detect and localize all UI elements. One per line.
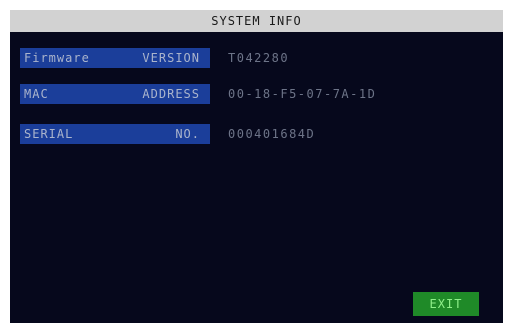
firmware-version-row: Firmware VERSION T042280 bbox=[20, 47, 289, 69]
title-bar: SYSTEM INFO bbox=[10, 10, 503, 32]
page-title: SYSTEM INFO bbox=[211, 14, 302, 28]
firmware-label-left: Firmware bbox=[24, 51, 90, 65]
serial-label-left: SERIAL bbox=[24, 127, 74, 141]
serial-number-row: SERIAL NO. 000401684D bbox=[20, 123, 315, 145]
firmware-label-right: VERSION bbox=[142, 51, 200, 65]
mac-address-value: 00-18-F5-07-7A-1D bbox=[228, 87, 377, 101]
exit-button-label: EXIT bbox=[429, 297, 463, 311]
mac-address-label: MAC ADDRESS bbox=[20, 84, 210, 104]
dvr-screen: SYSTEM INFO Firmware VERSION T042280 MAC… bbox=[10, 10, 503, 323]
serial-number-value: 000401684D bbox=[228, 127, 316, 141]
mac-label-right: ADDRESS bbox=[142, 87, 200, 101]
mac-address-row: MAC ADDRESS 00-18-F5-07-7A-1D bbox=[20, 83, 376, 105]
firmware-version-label: Firmware VERSION bbox=[20, 48, 210, 68]
firmware-version-value: T042280 bbox=[228, 51, 290, 65]
exit-button[interactable]: EXIT bbox=[413, 292, 479, 316]
serial-label-right: NO. bbox=[175, 127, 200, 141]
serial-number-label: SERIAL NO. bbox=[20, 124, 210, 144]
mac-label-left: MAC bbox=[24, 87, 49, 101]
